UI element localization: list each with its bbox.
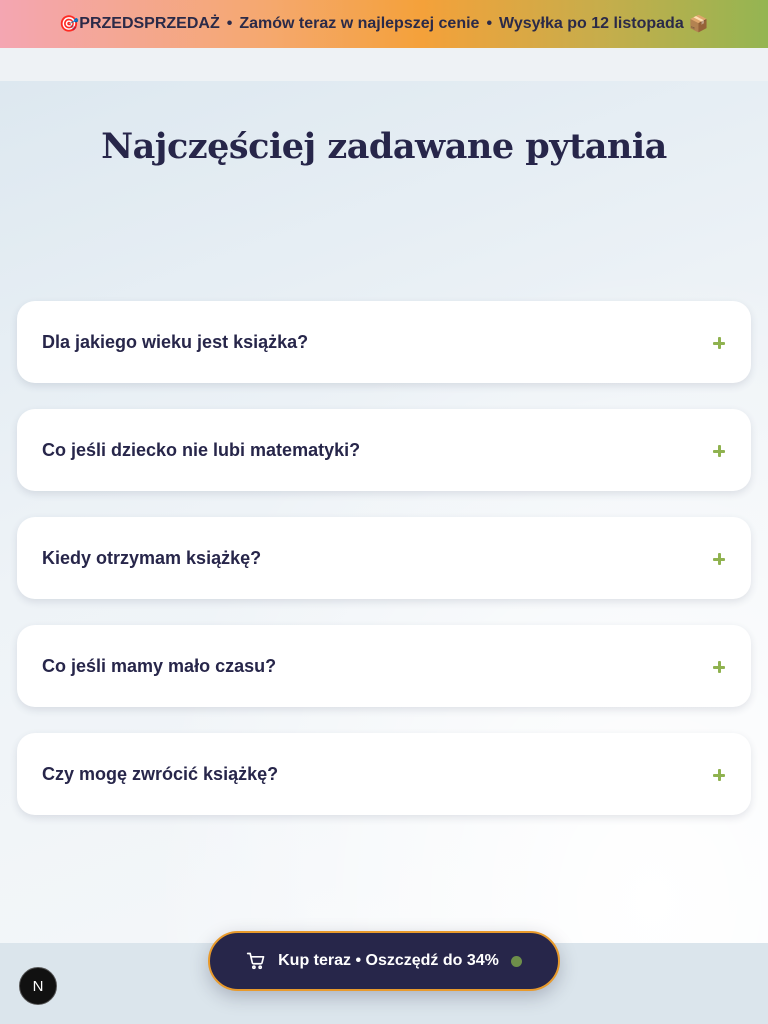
promo-order-label: Zamów teraz w najlepszej cenie xyxy=(239,15,480,32)
header-strip xyxy=(0,48,768,81)
faq-question: Kiedy otrzymam książkę? xyxy=(42,547,262,568)
cart-icon xyxy=(246,952,265,970)
status-dot xyxy=(510,955,522,967)
faq-question: Czy mogę zwrócić książkę? xyxy=(42,763,279,784)
buy-now-label: Kup teraz • Oszczędź do 34% xyxy=(278,952,499,969)
promo-banner: 🎯 PRZEDSPRZEDAŻ • Zamów teraz w najlepsz… xyxy=(0,0,768,48)
plus-icon[interactable] xyxy=(713,553,725,565)
badge-letter: N xyxy=(32,977,44,995)
faq-item-return[interactable]: Czy mogę zwrócić książkę? xyxy=(17,733,751,815)
faq-title: Najczęściej zadawane pytania xyxy=(101,126,667,167)
promo-separator: • xyxy=(226,15,233,32)
plus-icon[interactable] xyxy=(713,337,725,349)
promo-presale-label: PRZEDSPRZEDAŻ xyxy=(79,15,220,32)
plus-icon[interactable] xyxy=(713,661,725,673)
faq-item-age[interactable]: Dla jakiego wieku jest książka? xyxy=(17,301,751,383)
faq-item-dislike-math[interactable]: Co jeśli dziecko nie lubi matematyki? xyxy=(17,409,751,491)
faq-item-delivery[interactable]: Kiedy otrzymam książkę? xyxy=(17,517,751,599)
promo-shipping-label: Wysyłka po 12 listopada xyxy=(499,15,684,32)
next-dev-badge[interactable]: N xyxy=(19,967,57,1005)
plus-icon[interactable] xyxy=(713,769,725,781)
faq-question: Co jeśli mamy mało czasu? xyxy=(42,655,277,676)
faq-question: Co jeśli dziecko nie lubi matematyki? xyxy=(42,439,361,460)
promo-separator: • xyxy=(486,15,493,32)
faq-question: Dla jakiego wieku jest książka? xyxy=(42,331,309,352)
target-icon: 🎯 xyxy=(59,16,80,33)
faq-item-little-time[interactable]: Co jeśli mamy mało czasu? xyxy=(17,625,751,707)
plus-icon[interactable] xyxy=(713,445,725,457)
buy-now-button[interactable]: Kup teraz • Oszczędź do 34% xyxy=(208,931,560,991)
package-icon: 📦 xyxy=(688,16,709,33)
